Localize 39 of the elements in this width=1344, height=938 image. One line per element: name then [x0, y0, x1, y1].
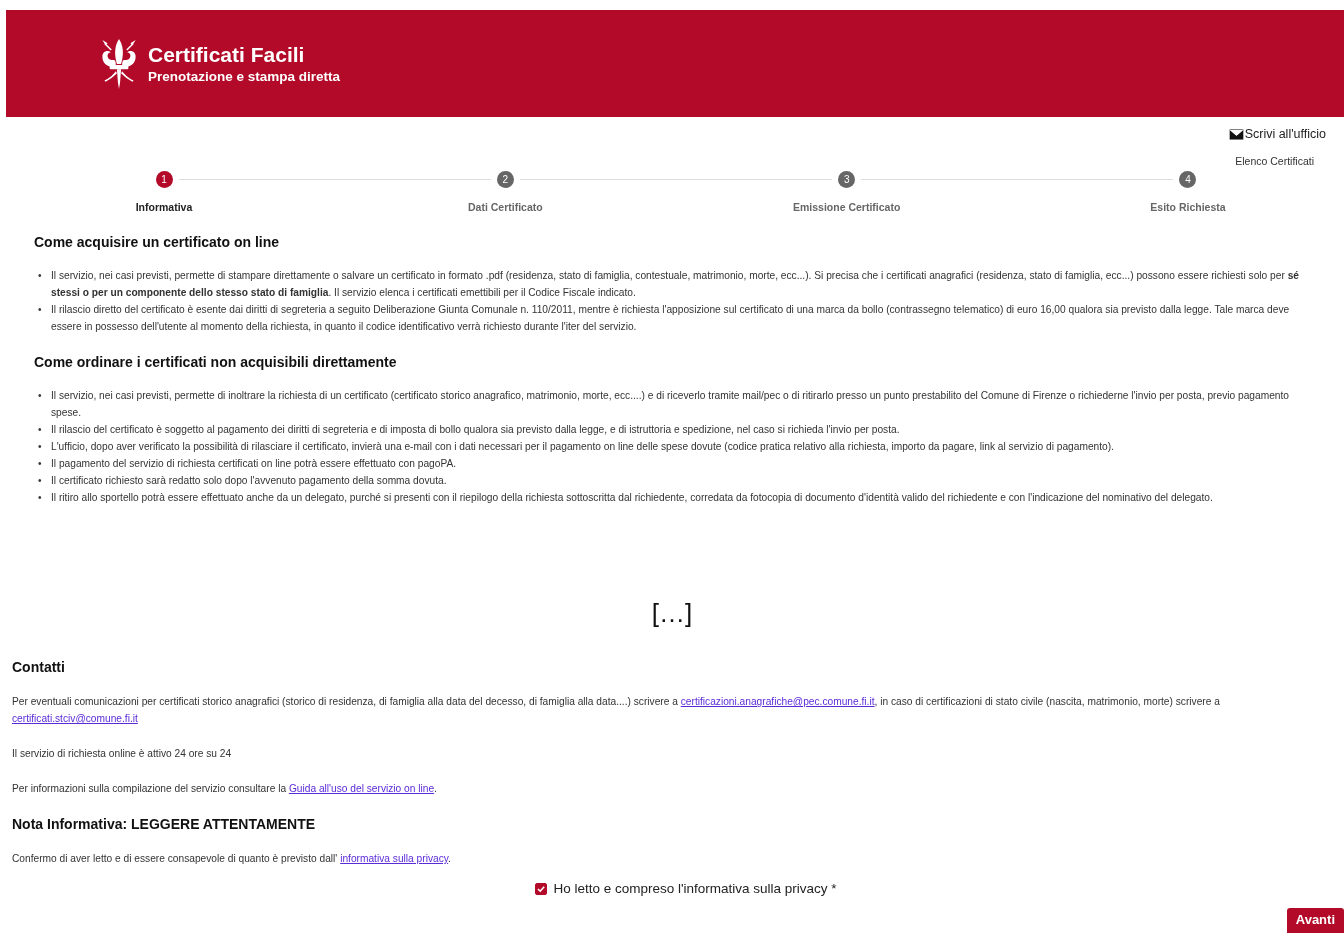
section-heading: Nota Informativa: LEGGERE ATTENTAMENTE	[12, 816, 317, 832]
next-button[interactable]: Avanti	[1286, 908, 1344, 933]
bullet-text: Il rilascio del certificato è soggetto al pagamento dei diritti di segreteria e di imposta di bollo qualora sia previsto dalla legge, e di istruttoria e spedizione, nel caso si richieda l'invio per posta.	[51, 423, 901, 437]
step-label: Esito Richiesta	[1150, 201, 1226, 213]
bullet-point: •	[37, 303, 43, 317]
bullet-text: Il certificato richiesto sarà redatto solo dopo l'avvenuto pagamento della somma dovuta.	[51, 474, 448, 488]
step-label: Informativa	[135, 201, 193, 213]
bullet-text: Il rilascio diretto del certificato è esente dai diritti di segreteria a seguito Deliberazione Giunta Comunale n. 110/2011, mentre è richiesta l'apposizione sul certificato di una marca da bollo (contrassegno telematico) di euro 16,00 qualora sia previsto dalla legge. Tale marca deve essere in possesso dell'utente al momento della richiesta, in quanto il codice identificativo verrà richiesto durante l'iter del servizio.	[51, 303, 1291, 334]
bullet-point: •	[37, 389, 43, 403]
bullet-point: •	[37, 457, 43, 471]
bullet-text: L'ufficio, dopo aver verificato la possibilità di rilasciare il certificato, invierà una e-mail con i dati necessari per il pagamento on line delle spese dovute (codice pratica relativo alla richiesta, importo da pagare, link al servizio di pagamento).	[51, 440, 1115, 454]
contact-paragraph: Il servizio di richiesta online è attivo 24 ore su 24	[12, 747, 233, 761]
section-heading: Contatti	[12, 659, 66, 675]
certificate-list-link[interactable]: Elenco Certificati	[1235, 155, 1314, 167]
contact-paragraph: Per informazioni sulla compilazione del servizio consultare la Guida all'uso del servizio on line.	[12, 782, 438, 796]
bullet-point: •	[37, 440, 43, 454]
bullet-point: •	[37, 474, 43, 488]
bullet-point: •	[37, 423, 43, 437]
bullet-text: Il ritiro allo sportello potrà essere effettuato anche da un delegato, purché si presenti con il riepilogo della richiesta sottoscritta dal richiedente, corredata da fotocopia di documento d'identità valido del richiedente e con l'indicazione del nominativo del delegato.	[51, 491, 1214, 505]
bullet-point: •	[37, 269, 43, 283]
privacy-paragraph: Confermo di aver letto e di essere consapevole di quanto è previsto dall' informativa sulla privacy.	[12, 852, 452, 866]
step-label: Emissione Certificato	[792, 201, 901, 213]
bullet-text: Il pagamento del servizio di richiesta certificati on line potrà essere effettuato con pagoPA.	[51, 457, 458, 471]
bullet-text: Il servizio, nei casi previsti, permette di stampare direttamente o salvare un certificato in formato .pdf (residenza, stato di famiglia, contestuale, matrimonio, morte, ecc...). Si precisa che i certificati anagrafici (residenza, stato di famiglia, ecc...) possono essere richiesti solo per sé stessi o per un componente dello stesso stato di famiglia. Il servizio elenca i certificati emettibili per il Codice Fiscale indicato.	[51, 269, 1300, 300]
site-subtitle: Prenotazione e stampa diretta	[148, 69, 341, 84]
contact-paragraph: Per eventuali comunicazioni per certificati storico anagrafici (storico di residenza, di famiglia alla data del decesso, di famiglia alla data....) scrivere a certificazioni.anagrafiche@pec.comune.fi.it, in caso di certificazioni di stato civile (nascita, matrimonio, morte) scrivere a certificati.stciv@comune.fi.it	[12, 695, 1221, 726]
checkbox-label: Ho letto e compreso l'informativa sulla privacy *	[553, 881, 837, 896]
section-heading: Come ordinare i certificati non acquisibili direttamente	[34, 354, 398, 370]
section-heading: Come acquisire un certificato on line	[34, 234, 281, 250]
text-link[interactable]: certificazioni.anagrafiche@pec.comune.fi.it	[680, 696, 875, 707]
step-label: Dati Certificato	[468, 201, 543, 213]
text-link[interactable]: certificati.stciv@comune.fi.it	[12, 713, 138, 724]
omission-marker: […]	[651, 598, 693, 629]
envelope-icon	[1228, 128, 1244, 140]
bullet-point: •	[37, 491, 43, 505]
site-title: Certificati Facili	[148, 43, 306, 67]
privacy-checkbox[interactable]	[535, 882, 548, 895]
bullet-text: Il servizio, nei casi previsti, permette di inoltrare la richiesta di un certificato (certificato storico anagrafico, matrimonio, morte, ecc....) e di riceverlo tramite mail/pec o di ritirarlo presso un punto prestabilito del Comune di Firenze o richiederne l'invio per posta, previo pagamento spese.	[51, 389, 1290, 420]
write-office-link[interactable]: Scrivi all'ufficio	[1228, 127, 1326, 141]
